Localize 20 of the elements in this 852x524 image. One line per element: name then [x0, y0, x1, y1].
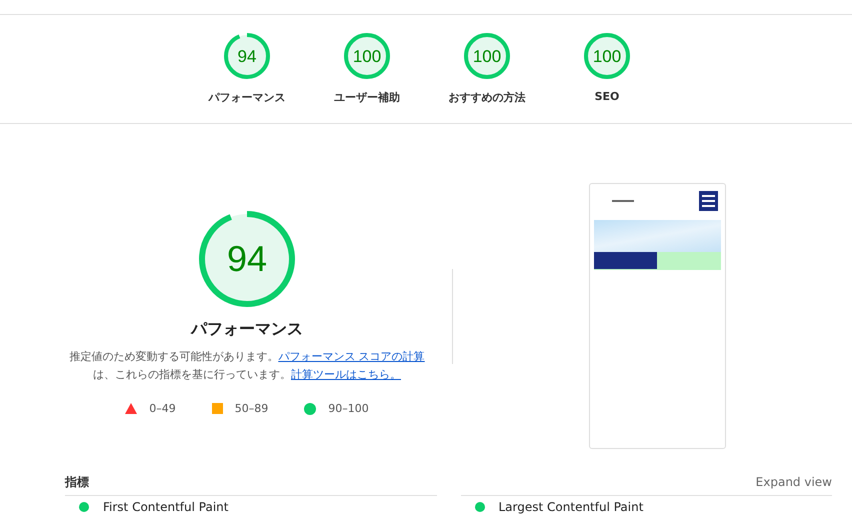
section-title: パフォーマンス	[191, 319, 303, 340]
calculator-link[interactable]: パフォーマンス スコアの計算	[278, 350, 425, 363]
score-gauge[interactable]: 100	[462, 31, 512, 81]
metric-name: Largest Contentful Paint	[498, 500, 644, 514]
score-gauge[interactable]: 100	[582, 31, 632, 81]
score-range: 90–100	[328, 402, 369, 415]
performance-gauge: 94	[197, 209, 297, 309]
score-range: 50–89	[234, 402, 268, 415]
calculator-link[interactable]: 計算ツールはこちら。	[291, 368, 401, 381]
expand-view-link[interactable]: Expand view	[756, 475, 832, 489]
category-label[interactable]: おすすめの方法	[448, 90, 526, 105]
category-label[interactable]: パフォーマンス	[208, 90, 286, 105]
score-gauge[interactable]: 100	[342, 31, 392, 81]
score-description: 推定値のため変動する可能性があります。パフォーマンス スコアの計算 は、これらの指標を基に行っています。計算ツールはこちら。	[68, 349, 426, 383]
score-gauge[interactable]: 94	[222, 31, 272, 81]
metric-name: First Contentful Paint	[103, 500, 228, 514]
category-label[interactable]: ユーザー補助	[334, 90, 400, 105]
category-label[interactable]: SEO	[594, 90, 620, 103]
score-range: 0–49	[149, 402, 176, 415]
metrics-heading: 指標	[65, 474, 89, 490]
